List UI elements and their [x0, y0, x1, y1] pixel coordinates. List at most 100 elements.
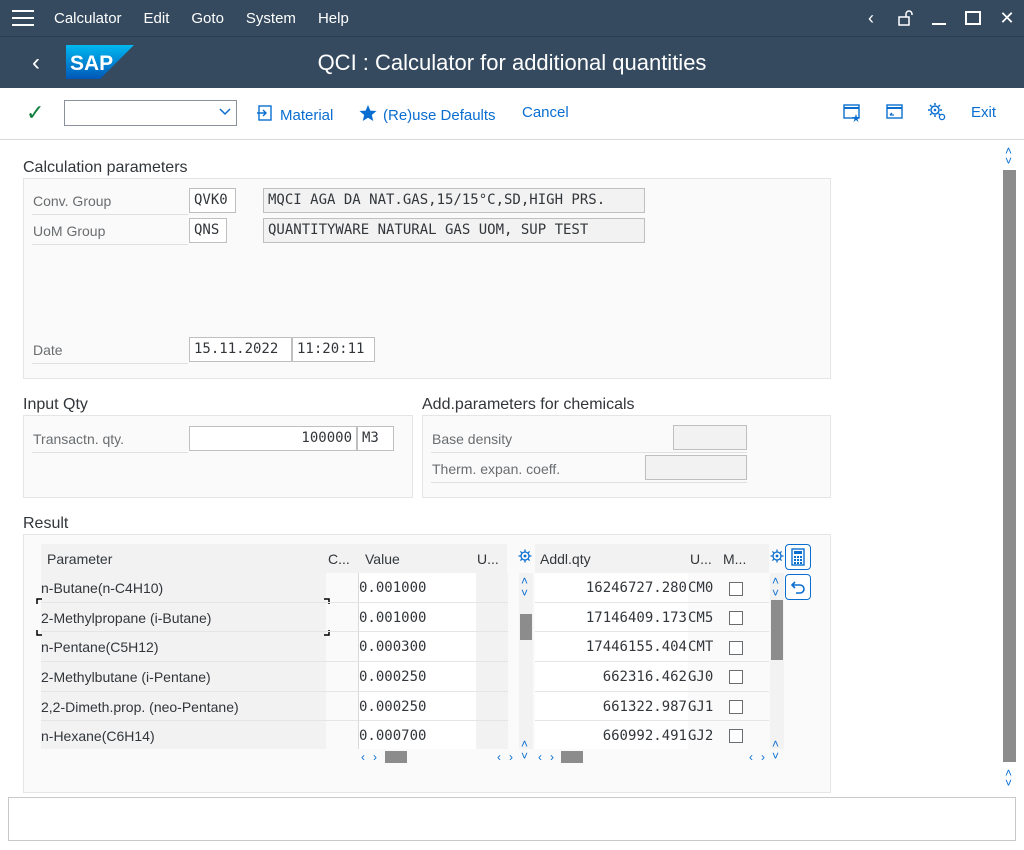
base-density-label: Base density: [432, 431, 513, 447]
conv-group-field[interactable]: QVK0: [189, 188, 236, 213]
scroll-down-icon[interactable]: ˅: [772, 587, 779, 599]
scroll-down-icon[interactable]: ˅: [1005, 155, 1012, 167]
uom-group-field[interactable]: QNS: [189, 218, 227, 243]
hamburger-menu-icon[interactable]: [12, 10, 34, 26]
enter-check-icon[interactable]: ✓: [26, 100, 44, 126]
undo-icon: [790, 581, 805, 594]
scroll-left-icon[interactable]: ‹: [749, 751, 753, 763]
row-addl-qty[interactable]: 16246727.280: [536, 580, 687, 596]
maximize-icon[interactable]: [956, 0, 990, 36]
header-unit[interactable]: U...: [690, 551, 712, 567]
uom-group-label: UoM Group: [33, 223, 106, 239]
new-window-icon[interactable]: [841, 102, 863, 124]
row-param[interactable]: n-Pentane(C5H12): [41, 639, 159, 655]
conv-group-label: Conv. Group: [33, 193, 112, 209]
scroll-down-icon[interactable]: ˅: [1005, 777, 1012, 789]
menu-goto[interactable]: Goto: [191, 10, 224, 27]
row-addl-qty[interactable]: 660992.491: [536, 728, 687, 744]
toolbar: ✓ Material (Re)use Defaults Cancel Exit: [0, 88, 1024, 140]
menu-calculator[interactable]: Calculator: [54, 10, 122, 27]
scroll-right-icon[interactable]: ›: [761, 751, 765, 763]
left-table-settings-icon[interactable]: [518, 549, 532, 568]
scroll-left-icon[interactable]: ‹: [497, 751, 501, 763]
chevron-left-icon[interactable]: ‹: [854, 0, 888, 36]
scroll-down-icon[interactable]: ˅: [521, 587, 528, 599]
close-icon[interactable]: ✕: [990, 0, 1024, 36]
cancel-label: Cancel: [522, 104, 569, 121]
row-value[interactable]: 0.000250: [359, 669, 426, 685]
row-checkbox[interactable]: [729, 700, 743, 714]
uom-group-desc: QUANTITYWARE NATURAL GAS UOM, SUP TEST: [263, 218, 645, 243]
divider: [431, 452, 747, 453]
header-addl-qty[interactable]: Addl.qty: [540, 551, 591, 567]
row-value[interactable]: 0.001000: [359, 580, 426, 596]
date-field[interactable]: 15.11.2022: [189, 337, 292, 362]
transactn-qty-unit[interactable]: M3: [357, 426, 394, 451]
calculator-button[interactable]: [785, 544, 811, 570]
row-addl-qty[interactable]: 661322.987: [536, 699, 687, 715]
menu-help[interactable]: Help: [318, 10, 349, 27]
hscroll-thumb[interactable]: [561, 751, 583, 763]
undo-button[interactable]: [785, 574, 811, 600]
gears-icon[interactable]: [926, 102, 948, 124]
row-value[interactable]: 0.000250: [359, 699, 426, 715]
row-checkbox[interactable]: [729, 641, 743, 655]
scroll-left-icon[interactable]: ‹: [361, 751, 365, 763]
header-m[interactable]: M...: [723, 551, 746, 567]
header-c[interactable]: C...: [328, 551, 350, 567]
header-value[interactable]: Value: [365, 551, 400, 567]
scroll-thumb[interactable]: [771, 600, 783, 660]
unlock-icon[interactable]: [888, 0, 922, 36]
row-unit[interactable]: CMT: [688, 639, 713, 655]
time-field[interactable]: 11:20:11: [292, 337, 375, 362]
row-param[interactable]: 2-Methylbutane (i-Pentane): [41, 669, 211, 685]
row-unit[interactable]: CM5: [688, 610, 713, 626]
row-checkbox[interactable]: [729, 582, 743, 596]
transactn-qty-label: Transactn. qty.: [33, 431, 125, 447]
row-checkbox[interactable]: [729, 611, 743, 625]
right-table-settings-icon[interactable]: [770, 549, 784, 568]
row-checkbox[interactable]: [729, 670, 743, 684]
row-unit[interactable]: GJ0: [688, 669, 713, 685]
reuse-defaults-label: (Re)use Defaults: [383, 107, 496, 124]
row-unit[interactable]: CM0: [688, 580, 713, 596]
scroll-right-icon[interactable]: ›: [373, 751, 377, 763]
cancel-button[interactable]: Cancel: [522, 104, 569, 121]
scroll-right-icon[interactable]: ›: [550, 751, 554, 763]
scroll-left-icon[interactable]: ‹: [538, 751, 542, 763]
row-param[interactable]: n-Butane(n-C4H10): [41, 580, 163, 596]
exit-button[interactable]: Exit: [971, 104, 996, 121]
main-vscroll[interactable]: ˄ ˅ ˄ ˅: [1000, 141, 1024, 793]
header-u[interactable]: U...: [477, 551, 499, 567]
scroll-thumb[interactable]: [520, 614, 532, 640]
material-icon: [256, 104, 274, 127]
scroll-right-icon[interactable]: ›: [509, 751, 513, 763]
menu-edit[interactable]: Edit: [144, 10, 170, 27]
divider: [32, 244, 188, 245]
row-unit[interactable]: GJ2: [688, 728, 713, 744]
transactn-qty-field[interactable]: 100000: [189, 426, 357, 451]
row-addl-qty[interactable]: 662316.462: [536, 669, 687, 685]
row-param[interactable]: 2,2-Dimeth.prop. (neo-Pentane): [41, 699, 239, 715]
window-layout-icon[interactable]: [884, 102, 906, 124]
header-parameter[interactable]: Parameter: [47, 551, 112, 567]
command-field[interactable]: [64, 100, 237, 126]
row-value[interactable]: 0.000700: [359, 728, 426, 744]
row-param[interactable]: n-Hexane(C6H14): [41, 728, 155, 744]
main-scroll-thumb[interactable]: [1003, 170, 1016, 762]
row-checkbox[interactable]: [729, 729, 743, 743]
row-addl-qty[interactable]: 17146409.173: [536, 610, 687, 626]
menu-system[interactable]: System: [246, 10, 296, 27]
scroll-down-icon[interactable]: ˅: [521, 750, 528, 762]
therm-expan-label: Therm. expan. coeff.: [432, 461, 561, 477]
chevron-down-icon[interactable]: [218, 104, 232, 121]
hscroll-thumb[interactable]: [385, 751, 407, 763]
row-value[interactable]: 0.000300: [359, 639, 426, 655]
row-addl-qty[interactable]: 17446155.404: [536, 639, 687, 655]
reuse-defaults-button[interactable]: (Re)use Defaults: [359, 104, 496, 127]
row-value[interactable]: 0.001000: [359, 610, 426, 626]
row-unit[interactable]: GJ1: [688, 699, 713, 715]
scroll-down-icon[interactable]: ˅: [772, 750, 779, 762]
minimize-icon[interactable]: [922, 0, 956, 36]
material-button[interactable]: Material: [256, 104, 333, 127]
